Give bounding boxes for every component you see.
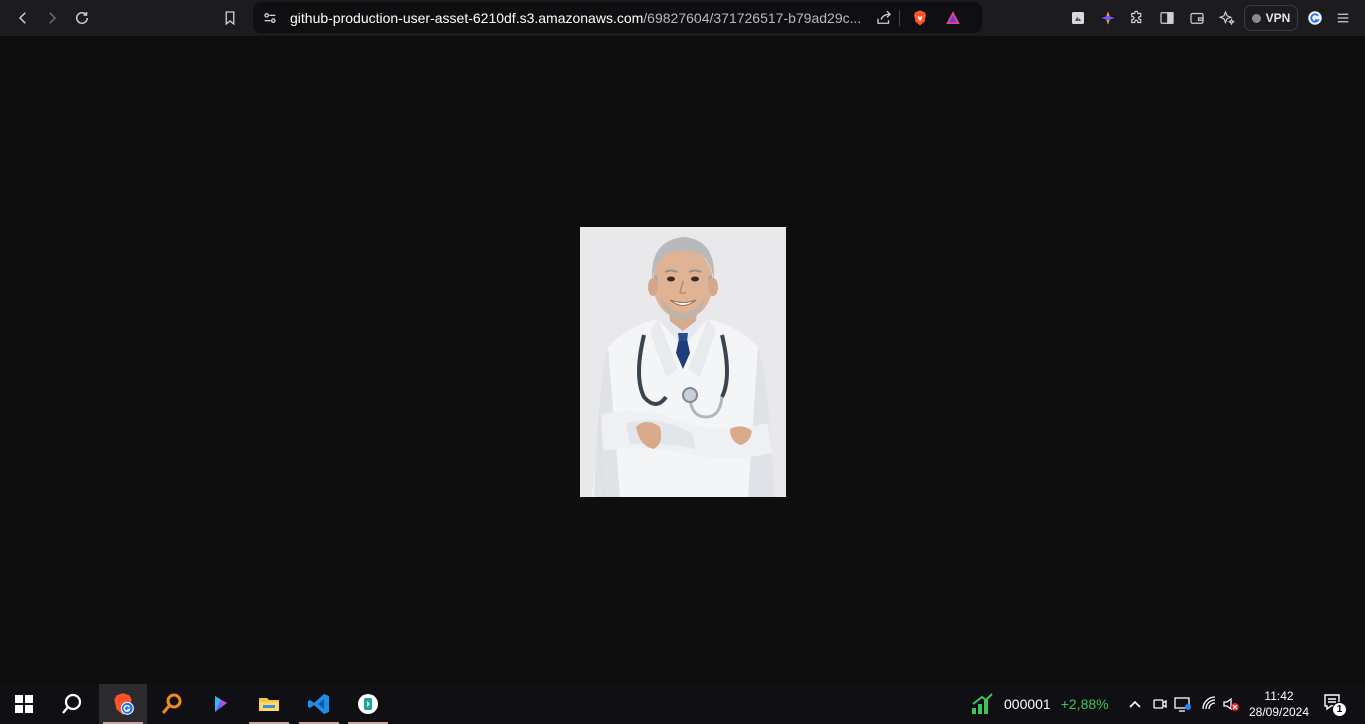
- brave-lion-icon: [914, 10, 926, 26]
- site-info-button[interactable]: [255, 3, 285, 33]
- profile-avatar-icon: [1308, 11, 1322, 25]
- display-tray-button[interactable]: [1173, 694, 1193, 714]
- windows-taskbar: 000001 +2,88% 11:42 28/09/2024 1: [0, 684, 1365, 724]
- address-bar[interactable]: github-production-user-asset-6210df.s3.a…: [253, 2, 982, 33]
- vscode-icon: [308, 694, 329, 714]
- url-path: /69827604/371726517-b79ad29c...: [643, 9, 860, 26]
- search-icon: [62, 693, 82, 714]
- clock-date: 28/09/2024: [1248, 705, 1310, 719]
- bookmark-button[interactable]: [215, 3, 245, 33]
- vpn-status-icon: [1251, 13, 1261, 23]
- hamburger-icon: [1337, 13, 1349, 23]
- chevron-right-icon: [49, 12, 57, 24]
- taskbar-magnifier[interactable]: [148, 684, 196, 724]
- reload-button[interactable]: [67, 3, 97, 33]
- compass-extension-icon: [1101, 11, 1115, 25]
- triangle-rewards-icon: [946, 11, 960, 24]
- taskbar-brave[interactable]: [99, 684, 147, 724]
- brave-rewards-button[interactable]: [938, 3, 968, 33]
- image-viewer: [0, 36, 1365, 684]
- network-button[interactable]: [1199, 694, 1219, 714]
- brave-shields-button[interactable]: [905, 3, 935, 33]
- bookmark-icon: [225, 11, 235, 26]
- chevron-left-icon: [18, 12, 26, 24]
- windows-logo-icon: [15, 695, 33, 713]
- camera-icon: [1153, 699, 1167, 709]
- notification-count-badge: 1: [1332, 702, 1347, 717]
- wallet-button[interactable]: [1182, 3, 1212, 33]
- vpn-button[interactable]: VPN: [1244, 5, 1298, 31]
- url-divider: [899, 10, 900, 26]
- share-button[interactable]: [869, 3, 899, 33]
- extensions-button[interactable]: [1122, 3, 1152, 33]
- taskbar-file-explorer[interactable]: [245, 684, 293, 724]
- stock-up-chart-icon: [972, 693, 993, 714]
- brave-browser-icon: [114, 693, 134, 715]
- wifi-icon: [1202, 696, 1216, 710]
- meet-now-button[interactable]: [1150, 694, 1170, 714]
- share-icon: [877, 10, 891, 24]
- magnifier-app-icon: [161, 693, 182, 714]
- stock-widget[interactable]: 000001 +2,88%: [970, 692, 1109, 716]
- taskbar-copilot[interactable]: [197, 684, 245, 724]
- system-clock[interactable]: 11:42 28/09/2024: [1246, 688, 1312, 720]
- back-button[interactable]: [8, 3, 38, 33]
- volume-button[interactable]: [1221, 694, 1241, 714]
- clock-time: 11:42: [1264, 689, 1294, 703]
- browser-toolbar: github-production-user-asset-6210df.s3.a…: [0, 0, 1365, 36]
- search-button[interactable]: [48, 684, 96, 724]
- chevron-up-icon: [1129, 700, 1141, 708]
- vpn-label: VPN: [1265, 11, 1291, 25]
- wallet-icon: [1190, 12, 1204, 24]
- copilot-icon: [215, 696, 227, 712]
- stock-symbol: 000001: [1004, 696, 1051, 712]
- extension-1-button[interactable]: [1063, 3, 1093, 33]
- sidebar-icon: [1160, 12, 1174, 24]
- site-settings-icon: [264, 12, 276, 23]
- sparkle-icon: [1218, 10, 1236, 26]
- extension-app-icon: [1072, 12, 1084, 24]
- url-host: github-production-user-asset-6210df.s3.a…: [290, 9, 644, 26]
- folder-icon: [259, 698, 279, 711]
- speaker-muted-icon: [1223, 697, 1239, 711]
- leo-ai-button[interactable]: [1212, 3, 1242, 33]
- start-button[interactable]: [0, 684, 48, 724]
- display-icon: [1174, 697, 1191, 712]
- sidebar-button[interactable]: [1152, 3, 1182, 33]
- taskbar-vs-code[interactable]: [295, 684, 343, 724]
- app-store-icon: [358, 694, 378, 714]
- forward-button[interactable]: [37, 3, 67, 33]
- extension-2-button[interactable]: [1093, 3, 1123, 33]
- doctor-portrait-image[interactable]: [580, 227, 786, 497]
- main-menu-button[interactable]: [1328, 3, 1358, 33]
- profile-button[interactable]: [1300, 3, 1330, 33]
- taskbar-store[interactable]: [344, 684, 392, 724]
- doctor-illustration: [580, 227, 786, 497]
- stock-change: +2,88%: [1060, 696, 1109, 712]
- url-text[interactable]: github-production-user-asset-6210df.s3.a…: [290, 10, 860, 26]
- puzzle-icon: [1131, 10, 1142, 24]
- notification-center-button[interactable]: 1: [1322, 692, 1348, 717]
- show-hidden-icons-button[interactable]: [1125, 694, 1145, 714]
- reload-icon: [76, 12, 88, 24]
